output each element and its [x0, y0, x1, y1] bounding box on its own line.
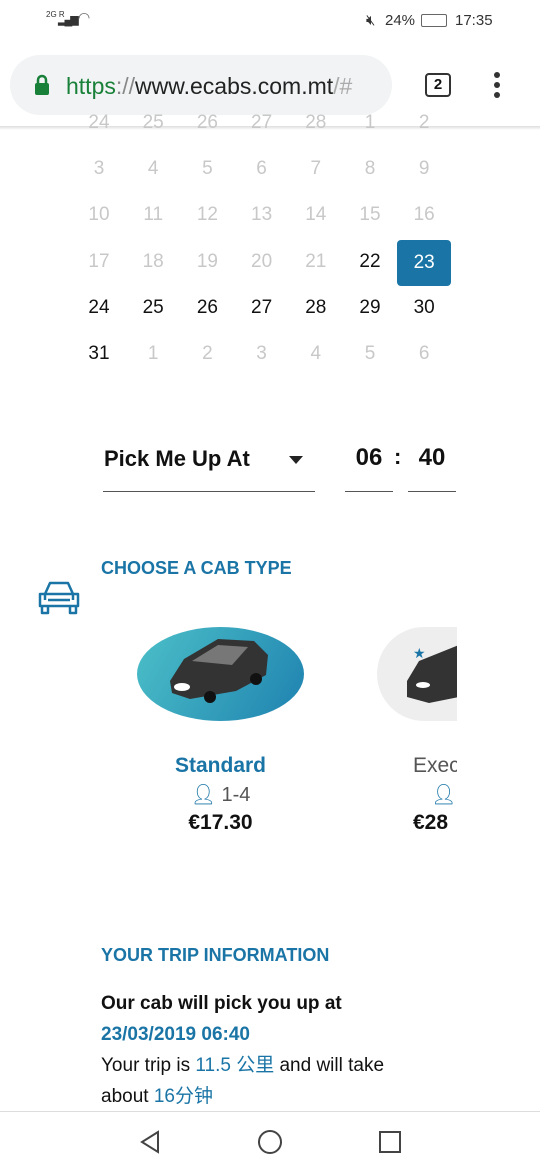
calendar-day: 6 [418, 343, 430, 364]
calendar-day: 2 [418, 112, 430, 133]
passenger-count: 1-4 [221, 784, 251, 806]
calendar-day: 18 [142, 251, 164, 272]
hour-input[interactable]: 06 [345, 444, 393, 492]
trip-info-heading: YOUR TRIP INFORMATION [101, 945, 330, 965]
person-icon: 👤︎ [190, 784, 216, 806]
calendar-day: 28 [305, 112, 327, 133]
person-icon: 👤︎ [431, 784, 457, 806]
calendar-grid: 24 25 26 27 28 1 2 3 4 5 6 7 8 9 10 11 12 13 14 15 16 17 18 19 2… [72, 0, 452, 380]
calendar-day: 6 [256, 158, 267, 179]
dropdown-arrow-icon [289, 456, 303, 464]
calendar-day: 16 [413, 204, 435, 225]
calendar-day: 3 [256, 343, 267, 364]
calendar-day: 17 [88, 251, 110, 272]
system-nav-bar [0, 1111, 540, 1170]
calendar-day: 19 [196, 251, 218, 272]
calendar-day: 5 [364, 343, 376, 364]
calendar-day: 8 [364, 158, 376, 179]
calendar-day[interactable]: 31 [72, 343, 126, 365]
clock: 17:35 [455, 12, 493, 29]
pickup-mode-select[interactable]: Pick Me Up At [103, 444, 315, 492]
calendar-day: 21 [305, 251, 327, 272]
calendar-day[interactable]: 28 [289, 297, 343, 319]
cab-name-executive: Exec [413, 754, 457, 777]
calendar-day: 1 [147, 343, 159, 364]
cab-option-executive[interactable]: ★ [377, 627, 457, 721]
executive-car-image [407, 645, 457, 703]
car-icon [38, 581, 80, 615]
calendar-day: 26 [196, 112, 218, 133]
calendar-day: 5 [202, 158, 213, 179]
trip-info: Our cab will pick you up at 23/03/2019 0… [101, 993, 385, 1107]
recents-icon[interactable] [378, 1130, 402, 1154]
calendar-day: 10 [88, 204, 110, 225]
calendar-day-selected[interactable]: 23 [397, 240, 452, 286]
cab-price-executive: €28 [413, 811, 449, 834]
standard-car-image [170, 639, 268, 703]
calendar-day: 7 [310, 158, 322, 179]
calendar-day: 12 [196, 204, 218, 225]
calendar-day: 20 [251, 251, 273, 272]
lock-icon [35, 74, 49, 95]
cab-name-standard: Standard [174, 754, 266, 777]
calendar-day: 3 [93, 158, 105, 179]
calendar-day[interactable]: 26 [180, 297, 234, 319]
calendar-day: 27 [251, 112, 273, 133]
calendar-day: 9 [418, 158, 430, 179]
calendar-day[interactable]: 24 [72, 297, 126, 319]
calendar-day[interactable]: 22 [343, 251, 397, 273]
time-separator: : [394, 444, 402, 469]
cab-price-standard: €17.30 [188, 811, 253, 834]
home-icon[interactable] [257, 1129, 283, 1155]
cab-option-standard[interactable] [137, 627, 304, 721]
calendar-day: 2 [202, 343, 213, 364]
back-icon[interactable] [138, 1129, 162, 1155]
calendar-day: 11 [143, 204, 164, 225]
calendar-day: 13 [251, 204, 273, 225]
calendar-day: 4 [310, 343, 322, 364]
calendar-day: 25 [142, 112, 164, 133]
calendar-day: 4 [147, 158, 159, 179]
calendar-day: 24 [88, 112, 110, 133]
minute-input[interactable]: 40 [408, 444, 456, 492]
calendar-day[interactable]: 25 [126, 297, 180, 319]
calendar-day[interactable]: 29 [343, 297, 397, 319]
calendar-day[interactable]: 27 [235, 297, 289, 319]
calendar-day[interactable]: 30 [397, 297, 451, 319]
calendar-day: 14 [305, 204, 327, 225]
cab-type-heading: CHOOSE A CAB TYPE [101, 558, 292, 578]
calendar-day: 15 [359, 204, 381, 225]
calendar-day: 1 [364, 112, 376, 133]
overflow-menu-icon[interactable] [494, 72, 500, 102]
